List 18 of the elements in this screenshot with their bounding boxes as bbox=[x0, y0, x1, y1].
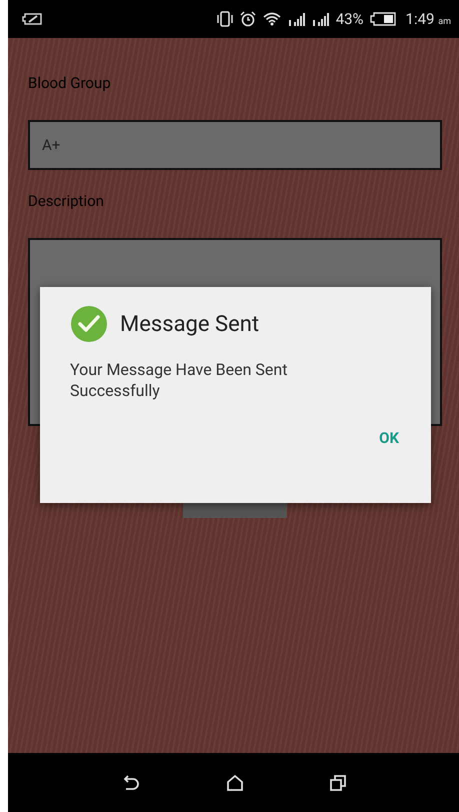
battery-saver-icon bbox=[22, 12, 42, 26]
input-field[interactable]: A+ bbox=[28, 120, 442, 170]
battery-percentage: 43% bbox=[336, 10, 364, 28]
signal-icon bbox=[288, 12, 306, 26]
field-label: Description bbox=[28, 192, 104, 210]
home-icon[interactable] bbox=[226, 774, 244, 792]
dialog-message: Your Message Have Been Sent Successfully bbox=[70, 359, 288, 401]
battery-icon bbox=[370, 12, 396, 26]
alarm-icon bbox=[240, 11, 256, 27]
clock-time: 1:49 am bbox=[406, 10, 451, 28]
signal-icon bbox=[312, 12, 330, 26]
vibrate-icon bbox=[216, 11, 234, 27]
dialog-title: Message Sent bbox=[120, 312, 260, 336]
checkmark-icon bbox=[70, 305, 108, 343]
ok-button[interactable]: OK bbox=[367, 423, 411, 453]
field-label: Blood Group bbox=[28, 74, 111, 92]
recent-apps-icon[interactable] bbox=[328, 774, 346, 792]
wifi-icon bbox=[262, 11, 282, 27]
